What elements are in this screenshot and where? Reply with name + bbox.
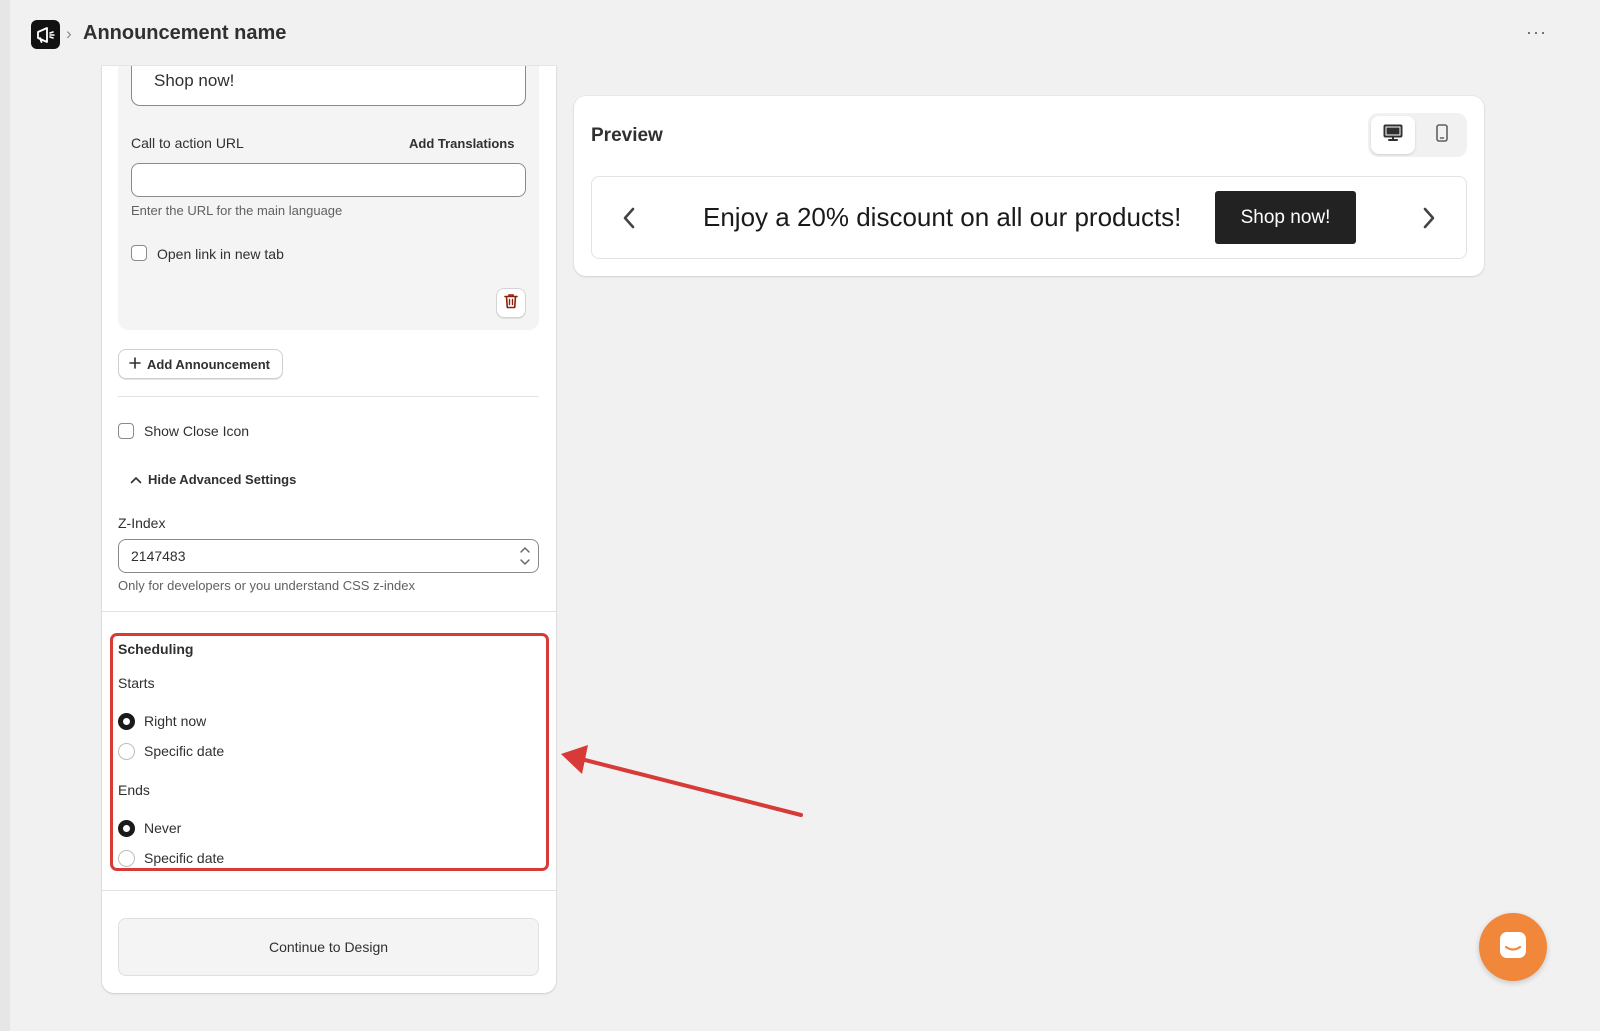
open-new-tab-label: Open link in new tab [157,246,284,262]
desktop-icon [1383,124,1403,147]
starts-right-now-label: Right now [144,713,207,729]
show-close-icon-checkbox[interactable] [118,423,134,439]
z-index-stepper[interactable] [518,543,532,569]
ends-never-radio[interactable] [118,820,135,837]
add-announcement-button[interactable]: Add Announcement [118,349,284,379]
show-close-icon-label: Show Close Icon [144,423,250,439]
left-edge-strip [0,0,10,1031]
z-index-input[interactable]: 2147483 [118,539,539,573]
chat-icon [1498,930,1528,965]
mobile-view-button[interactable] [1420,116,1464,154]
add-announcement-label: Add Announcement [147,356,271,372]
cta-url-help: Enter the URL for the main language [131,203,343,218]
open-new-tab-checkbox[interactable] [131,245,147,261]
preview-title: Preview [591,125,663,146]
chevron-left-icon[interactable] [622,201,636,240]
plus-icon [129,356,141,372]
divider [118,396,539,397]
announcement-settings-card: Shop now! Call to action URL Add Transla… [102,66,556,993]
z-index-help: Only for developers or you understand CS… [118,578,415,593]
page-title: Announcement name [83,22,287,44]
add-translations-link[interactable]: Add Translations [409,136,514,151]
z-index-value: 2147483 [131,548,186,564]
preview-shop-now-button[interactable]: Shop now! [1215,191,1356,244]
chevron-up-icon [130,472,142,487]
advanced-settings-label: Hide Advanced Settings [148,472,297,487]
ends-label: Ends [118,782,150,798]
cta-text-field[interactable]: Shop now! [131,66,526,106]
scheduling-title: Scheduling [118,641,194,657]
breadcrumb-separator: › [66,24,72,43]
trash-icon [504,293,518,314]
megaphone-icon[interactable] [31,20,60,49]
mobile-icon [1436,123,1448,147]
ends-specific-date-radio[interactable] [118,850,135,867]
z-index-label: Z-Index [118,515,166,531]
desktop-view-button[interactable] [1371,116,1415,154]
starts-label: Starts [118,675,155,691]
delete-announcement-button[interactable] [496,288,526,318]
ends-specific-date-label: Specific date [144,850,225,866]
cta-text-value: Shop now! [154,71,235,90]
cta-url-label: Call to action URL [131,135,244,151]
ends-never-label: Never [144,820,182,836]
divider [102,890,556,891]
divider [102,611,556,612]
preview-card: Preview Enjoy a 20% discount on all our … [574,96,1484,276]
continue-to-design-button[interactable]: Continue to Design [118,918,539,976]
annotation-arrow [561,745,803,817]
chat-support-button[interactable] [1479,913,1547,981]
device-toggle [1368,113,1467,157]
announcement-text: Enjoy a 20% discount on all our products… [703,202,1182,232]
starts-specific-date-radio[interactable] [118,743,135,760]
cta-url-input[interactable] [131,163,526,197]
more-actions-button[interactable]: ··· [1526,22,1547,43]
starts-right-now-radio[interactable] [118,713,135,730]
chevron-right-icon[interactable] [1422,201,1436,240]
announcement-bar-preview: Enjoy a 20% discount on all our products… [591,176,1467,259]
advanced-settings-toggle[interactable]: Hide Advanced Settings [130,472,296,487]
announcement-item-panel: Shop now! Call to action URL Add Transla… [118,66,539,330]
starts-specific-date-label: Specific date [144,743,225,759]
